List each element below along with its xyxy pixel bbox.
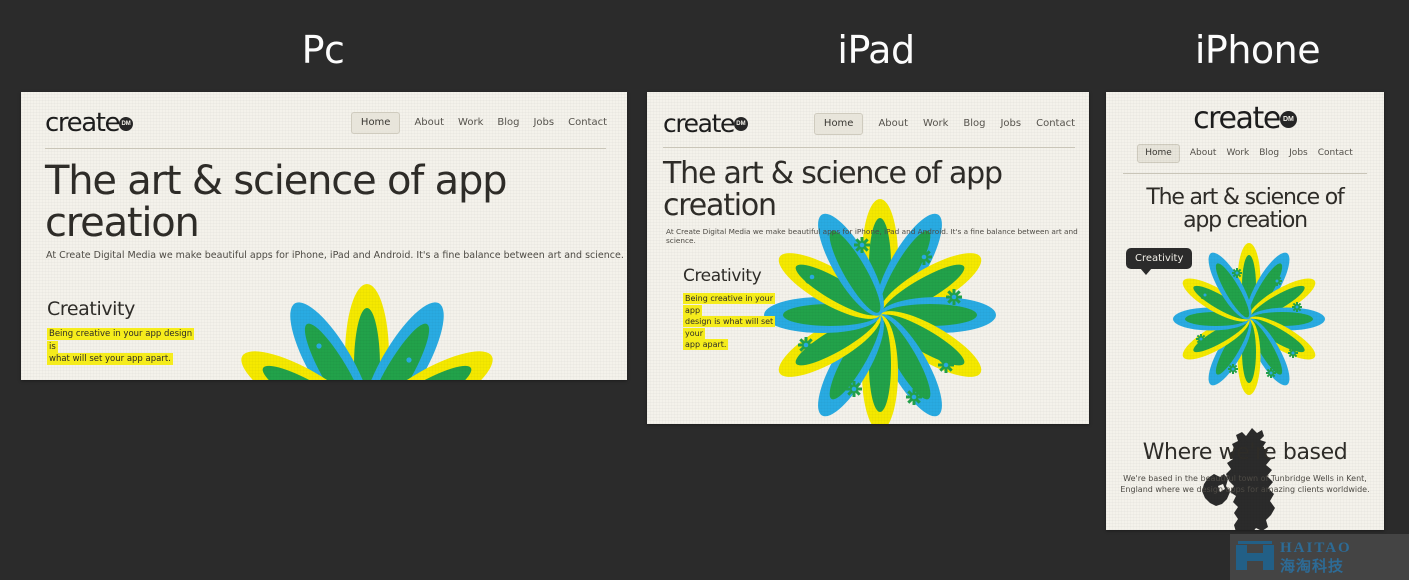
ipad-nav-item-work[interactable]: Work — [923, 118, 948, 129]
pc-logo-badge-dm: DM — [119, 117, 134, 131]
iphone-nav[interactable]: Home About Work Blog Jobs Contact — [1106, 144, 1384, 163]
pc-creativity-heading: Creativity — [47, 298, 135, 321]
ipad-nav[interactable]: Home About Work Blog Jobs Contact — [813, 112, 1075, 135]
iphone-based-copy-line1: We're based in the beautiful town of Tun… — [1123, 474, 1367, 484]
ipad-creativity-heading: Creativity — [683, 265, 762, 286]
pc-nav-item-jobs[interactable]: Jobs — [533, 118, 554, 128]
ipad-site-header: create DM Home About Work Blog Jobs Cont… — [647, 92, 1089, 136]
ipad-logo-badge-dm: DM — [733, 117, 748, 131]
iphone-hero-title-line1: The art & science of — [1146, 185, 1344, 210]
iphone-based-copy-line2: England where we design apps for amazing… — [1120, 484, 1370, 494]
ipad-preview-panel[interactable]: create DM Home About Work Blog Jobs Cont… — [647, 92, 1089, 424]
iphone-nav-item-jobs[interactable]: Jobs — [1289, 149, 1308, 158]
ipad-creativity-copy: Being creative in your app design is wha… — [683, 292, 783, 351]
iphone-preview-panel[interactable]: create DM Home About Work Blog Jobs Cont… — [1106, 92, 1384, 530]
ipad-nav-item-about[interactable]: About — [878, 118, 908, 129]
ipad-logo-text: create — [663, 109, 735, 138]
pc-nav-item-work[interactable]: Work — [458, 118, 483, 128]
pc-creativity-copy-line1: Being creative in your app design is — [47, 328, 195, 353]
watermark-english: HAITAO — [1280, 539, 1352, 556]
device-label-pc: Pc — [301, 28, 345, 72]
iphone-logo-badge-dm: DM — [1279, 111, 1297, 128]
haitao-logo-icon — [1236, 541, 1274, 573]
pc-creativity-copy-line2: what will set your app apart. — [47, 352, 173, 365]
ipad-nav-item-home[interactable]: Home — [813, 112, 864, 135]
iphone-flower-petals — [1173, 243, 1325, 395]
ipad-creativity-copy-line1: Being creative in your app — [683, 292, 776, 316]
watermark-chinese: 海淘科技 — [1280, 556, 1345, 575]
iphone-nav-item-about[interactable]: About — [1190, 149, 1217, 158]
iphone-hero-title-line2: app creation — [1183, 208, 1308, 234]
iphone-header-divider — [1123, 173, 1367, 174]
pc-nav-item-home[interactable]: Home — [350, 112, 401, 134]
pc-creativity-copy: Being creative in your app design is wha… — [47, 328, 197, 365]
ipad-hero-title: The art & science of app creation — [663, 156, 1003, 223]
pc-hero-subtitle: At Create Digital Media we make beautifu… — [46, 250, 624, 261]
iphone-nav-item-home[interactable]: Home — [1137, 144, 1180, 163]
pc-flower-graphic — [217, 278, 517, 380]
watermark-text: HAITAO 海淘科技 — [1280, 539, 1352, 575]
pc-preview-panel[interactable]: create DM Home About Work Blog Jobs Cont… — [21, 92, 627, 380]
device-label-ipad: iPad — [837, 28, 915, 72]
ipad-nav-item-contact[interactable]: Contact — [1036, 118, 1075, 129]
pc-site-header: create DM Home About Work Blog Jobs Cont… — [21, 92, 627, 136]
watermark: HAITAO 海淘科技 — [1230, 534, 1409, 580]
pc-nav[interactable]: Home About Work Blog Jobs Contact — [350, 112, 607, 134]
pc-hero-title: The art & science of app creation — [45, 158, 508, 246]
pc-header-divider — [45, 148, 606, 149]
ipad-hero-subtitle: At Create Digital Media we make beautifu… — [666, 227, 1078, 246]
iphone-logo[interactable]: create DM — [1106, 104, 1384, 134]
iphone-based-heading: Where we're based — [1142, 440, 1348, 466]
device-label-iphone: iPhone — [1194, 28, 1321, 72]
iphone-based-copy: We're based in the beautiful town of Tun… — [1106, 474, 1384, 495]
iphone-nav-item-work[interactable]: Work — [1226, 149, 1249, 158]
ipad-nav-item-blog[interactable]: Blog — [963, 118, 985, 129]
iphone-nav-item-contact[interactable]: Contact — [1318, 149, 1353, 158]
ipad-nav-item-jobs[interactable]: Jobs — [1000, 118, 1021, 129]
iphone-creativity-badge[interactable]: Creativity — [1126, 248, 1193, 275]
pc-nav-item-contact[interactable]: Contact — [568, 118, 607, 128]
ipad-creativity-copy-line2: design is what will set your — [683, 316, 776, 339]
ipad-logo[interactable]: create DM — [663, 111, 748, 136]
iphone-logo-text: create — [1193, 101, 1281, 136]
pc-nav-item-blog[interactable]: Blog — [497, 118, 519, 128]
pc-nav-item-about[interactable]: About — [414, 118, 444, 128]
pc-logo-text: create — [45, 108, 121, 138]
iphone-hero-title: The art & science of app creation — [1106, 186, 1384, 232]
iphone-flower-graphic — [1173, 243, 1325, 395]
pc-logo[interactable]: create DM — [45, 108, 134, 138]
ipad-creativity-copy-line3: app apart. — [683, 339, 729, 351]
ipad-header-divider — [663, 147, 1075, 148]
iphone-nav-item-blog[interactable]: Blog — [1259, 149, 1279, 158]
screenshot-root: Pc iPad iPhone create DM Home About Work… — [0, 0, 1409, 580]
